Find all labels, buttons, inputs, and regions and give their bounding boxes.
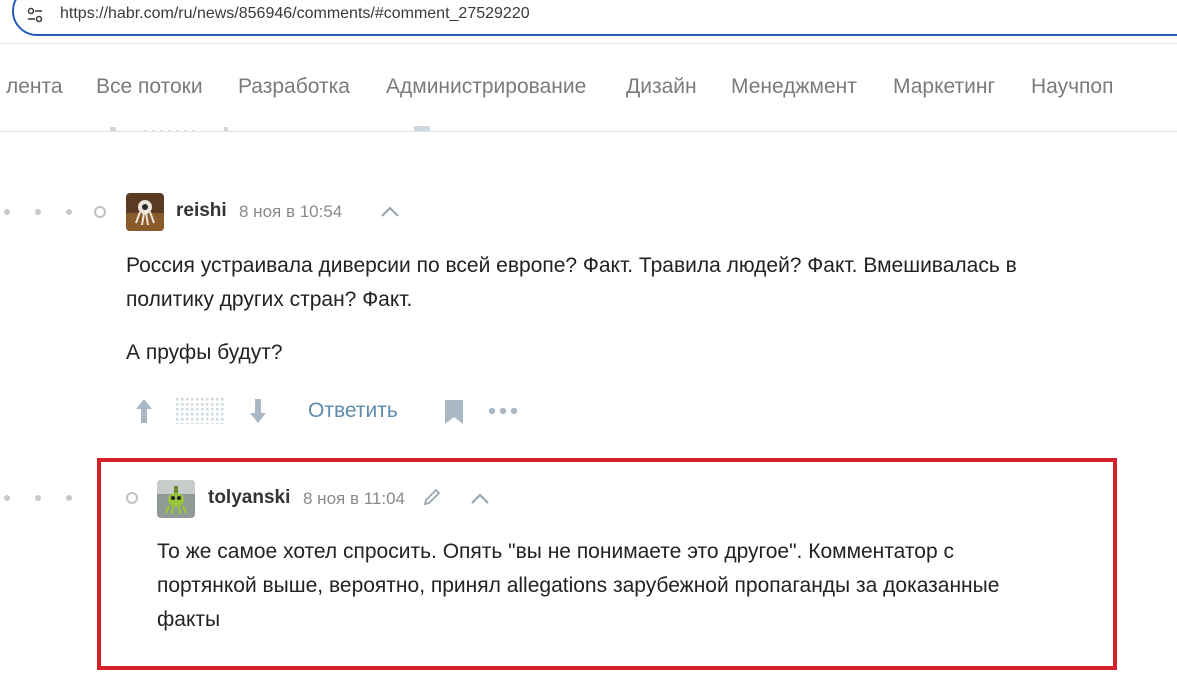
nav-item-design[interactable]: Дизайн: [626, 75, 697, 99]
chevron-up-icon[interactable]: [380, 204, 400, 218]
comment-time[interactable]: 8 ноя в 11:04: [303, 489, 405, 509]
comment-author[interactable]: reishi: [176, 200, 227, 222]
nav-item-feed[interactable]: лента: [6, 75, 63, 99]
nav-item-marketing[interactable]: Маркетинг: [893, 75, 995, 99]
thread-dot: [35, 209, 41, 215]
nav-item-administration[interactable]: Администрирование: [386, 75, 586, 99]
arrow-down-icon[interactable]: [248, 397, 268, 425]
thread-dot: [66, 495, 72, 501]
comment-author[interactable]: tolyanski: [208, 487, 290, 509]
avatar[interactable]: [126, 193, 164, 231]
hub-navigation: лента Все потоки Разработка Администриро…: [0, 44, 1177, 132]
comment-text-line: политику других стран? Факт.: [126, 288, 413, 311]
comment-time[interactable]: 8 ноя в 10:54: [239, 202, 342, 222]
pencil-icon: [423, 488, 441, 506]
thread-dot: [35, 495, 41, 501]
browser-address-bar: https://habr.com/ru/news/856946/comments…: [0, 0, 1177, 44]
nav-item-development[interactable]: Разработка: [238, 75, 350, 99]
nav-item-popsci[interactable]: Научпоп: [1031, 75, 1113, 99]
thread-dot: [4, 495, 10, 501]
nav-item-all-streams[interactable]: Все потоки: [96, 75, 203, 99]
bookmark-icon[interactable]: [443, 399, 465, 425]
previous-actions-remnant: [110, 126, 430, 131]
arrow-up-icon[interactable]: [134, 397, 154, 425]
comment-text-line: А пруфы будут?: [126, 341, 283, 364]
rating-placeholder: [176, 398, 226, 424]
thread-dot: [4, 209, 10, 215]
thread-level-marker[interactable]: [94, 206, 106, 218]
url-text[interactable]: https://habr.com/ru/news/856946/comments…: [60, 5, 530, 23]
avatar[interactable]: [157, 480, 195, 518]
thread-level-marker[interactable]: [126, 492, 138, 504]
comment-text-line: Россия устраивала диверсии по всей европ…: [126, 254, 1017, 277]
thread-dot: [66, 209, 72, 215]
comment-text-line: портянкой выше, вероятно, принял allegat…: [157, 574, 1000, 597]
reply-button[interactable]: Ответить: [308, 399, 398, 423]
tune-icon[interactable]: [25, 5, 45, 25]
comment-text-line: То же самое хотел спросить. Опять "вы не…: [157, 540, 954, 563]
nav-item-management[interactable]: Менеджмент: [731, 75, 857, 99]
comment-text-line: факты: [157, 608, 221, 631]
chevron-up-icon[interactable]: [470, 491, 490, 505]
more-icon[interactable]: [488, 405, 518, 417]
